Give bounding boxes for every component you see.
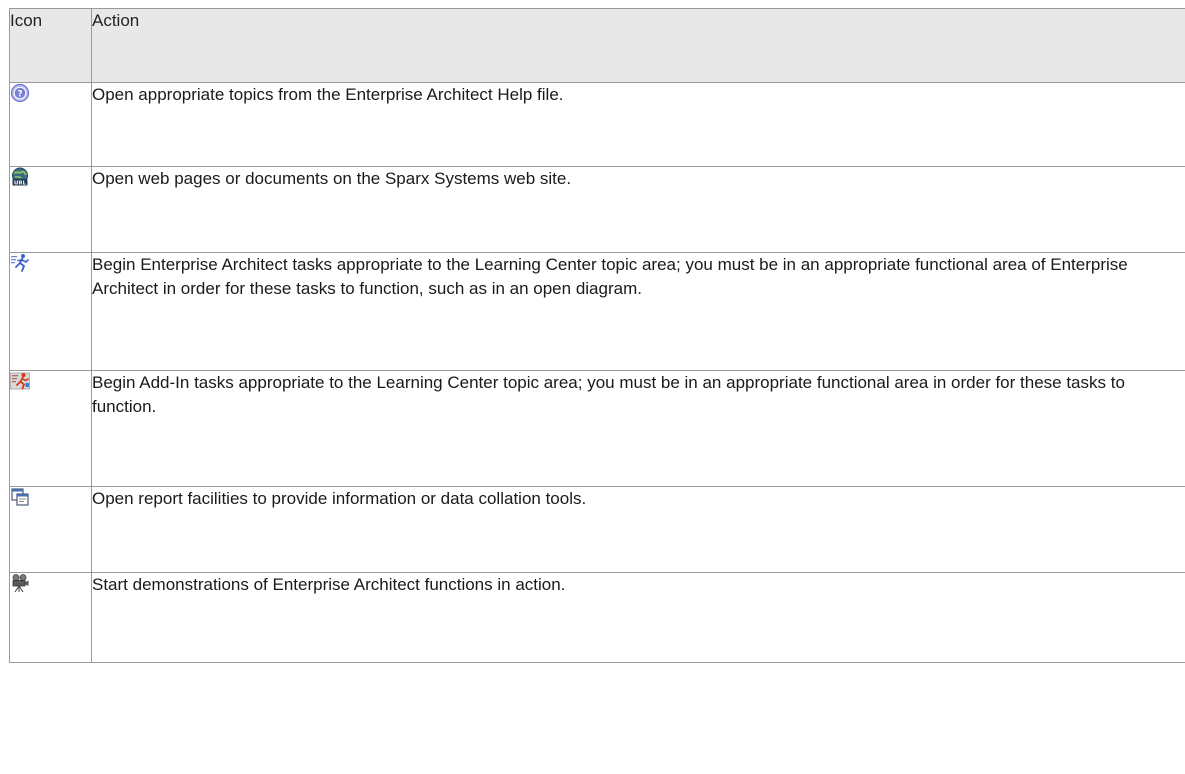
- icon-cell: [9, 572, 92, 663]
- action-text: Begin Add-In tasks appropriate to the Le…: [91, 370, 1185, 487]
- movie-camera-icon: [10, 573, 30, 593]
- action-text: Start demonstrations of Enterprise Archi…: [91, 572, 1185, 663]
- icon-cell: URL: [9, 166, 92, 253]
- table-row: ? Open appropriate topics from the Enter…: [9, 82, 1185, 167]
- action-text: Open web pages or documents on the Sparx…: [91, 166, 1185, 253]
- table-header-row: Icon Action: [9, 8, 1185, 83]
- icon-cell: [9, 252, 92, 371]
- action-text: Open report facilities to provide inform…: [91, 486, 1185, 573]
- add-in-task-runner-icon: [10, 371, 30, 391]
- column-header-action: Action: [91, 8, 1185, 83]
- icon-cell: ?: [9, 82, 92, 167]
- help-icon: ?: [10, 83, 30, 103]
- table-row: Begin Enterprise Architect tasks appropr…: [9, 252, 1185, 371]
- help-page: Icon Action ? Open appropriate topics fr…: [0, 0, 1185, 774]
- table-row: Start demonstrations of Enterprise Archi…: [9, 572, 1185, 663]
- svg-text:URL: URL: [14, 181, 27, 187]
- column-header-icon: Icon: [9, 8, 92, 83]
- report-icon: [10, 487, 30, 507]
- web-url-icon: URL: [10, 167, 30, 187]
- table-row: Begin Add-In tasks appropriate to the Le…: [9, 370, 1185, 487]
- action-text: Open appropriate topics from the Enterpr…: [91, 82, 1185, 167]
- icon-cell: [9, 370, 92, 487]
- table-row: URL Open web pages or documents on the S…: [9, 166, 1185, 253]
- action-text: Begin Enterprise Architect tasks appropr…: [91, 252, 1185, 371]
- ea-task-runner-icon: [10, 253, 30, 273]
- table-row: Open report facilities to provide inform…: [9, 486, 1185, 573]
- icon-cell: [9, 486, 92, 573]
- svg-text:?: ?: [17, 90, 22, 100]
- icon-action-table: Icon Action ? Open appropriate topics fr…: [9, 8, 1185, 663]
